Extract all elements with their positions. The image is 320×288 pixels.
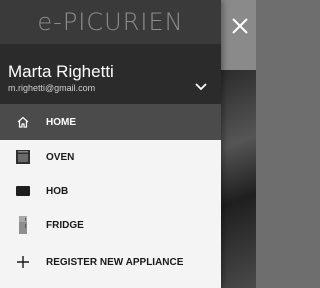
home-icon xyxy=(0,112,46,132)
oven-icon xyxy=(0,147,46,167)
plus-icon xyxy=(0,252,46,272)
menu-item-hob[interactable]: HOB xyxy=(0,174,221,208)
menu-item-fridge[interactable]: FRIDGE xyxy=(0,208,221,242)
close-icon xyxy=(232,18,248,34)
brand-logo: e-PICURIEN xyxy=(0,0,221,44)
account-name: Marta Righetti xyxy=(8,62,114,81)
menu-item-label: OVEN xyxy=(46,151,75,163)
menu-item-label: HOB xyxy=(46,185,69,197)
menu-item-home[interactable]: HOME xyxy=(0,104,221,140)
menu-item-oven[interactable]: OVEN xyxy=(0,140,221,174)
menu-item-label: HOME xyxy=(46,116,76,128)
menu-item-label: FRIDGE xyxy=(46,219,84,231)
drawer-header: e-PICURIEN Marta Righetti m.righetti@gma… xyxy=(0,0,221,104)
chevron-down-icon xyxy=(195,83,207,91)
hob-icon xyxy=(0,181,46,201)
account-email: m.righetti@gmail.com xyxy=(8,83,96,93)
fridge-icon xyxy=(0,215,46,235)
menu-item-label: REGISTER NEW APPLIANCE xyxy=(46,256,184,268)
account-toggle-button[interactable] xyxy=(194,80,208,94)
menu-item-register-appliance[interactable]: REGISTER NEW APPLIANCE xyxy=(0,242,221,282)
drawer-menu: HOME OVEN HOB FRIDGE REGISTER NEW APPLIA… xyxy=(0,104,221,282)
close-drawer-button[interactable] xyxy=(228,16,252,40)
navigation-drawer: e-PICURIEN Marta Righetti m.righetti@gma… xyxy=(0,0,221,288)
